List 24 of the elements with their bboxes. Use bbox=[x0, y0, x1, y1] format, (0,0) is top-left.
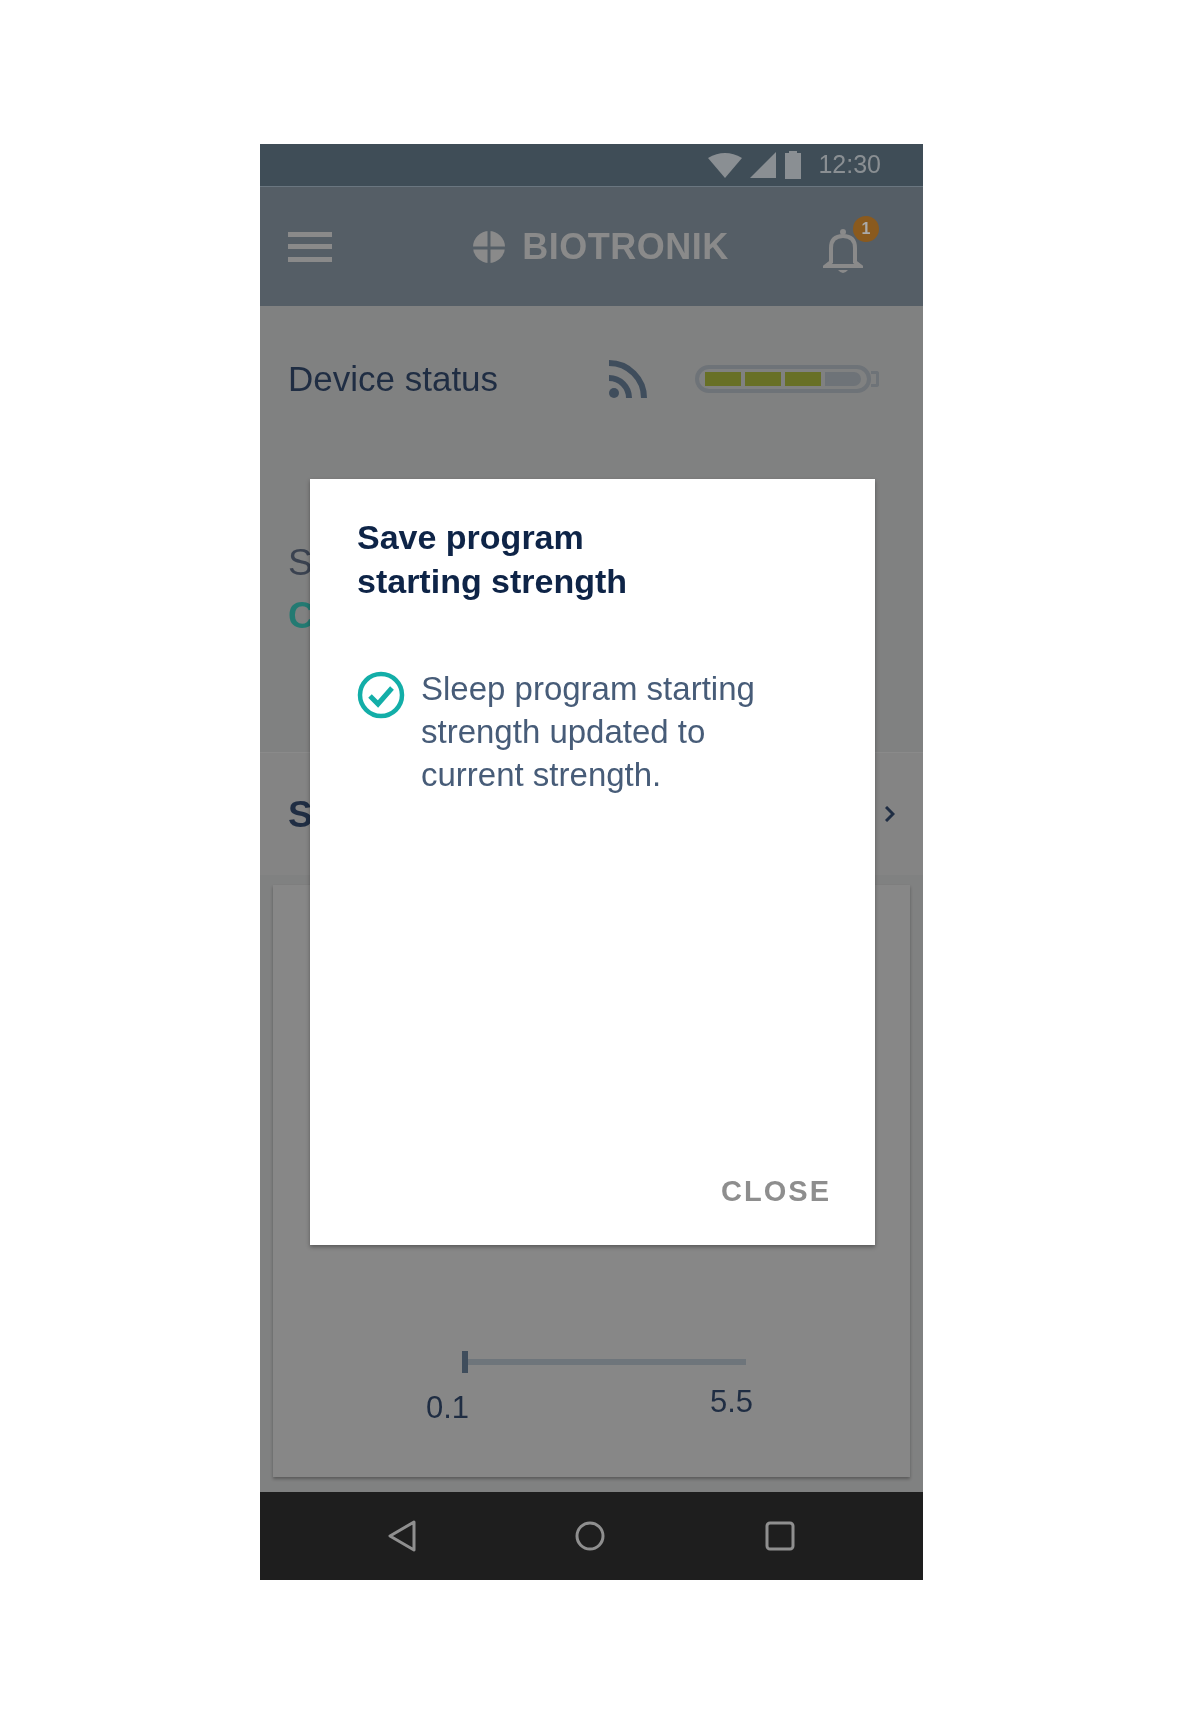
back-icon[interactable] bbox=[387, 1520, 416, 1552]
slider-thumb[interactable] bbox=[462, 1351, 468, 1373]
dialog-title: Save program starting strength bbox=[357, 517, 629, 602]
chevron-right-icon bbox=[885, 806, 895, 822]
slider-min-value: 0.1 bbox=[426, 1389, 470, 1427]
clock-time: 12:30 bbox=[818, 149, 881, 181]
home-icon[interactable] bbox=[575, 1521, 606, 1551]
slider-max-value: 5.5 bbox=[710, 1383, 754, 1421]
bell-icon bbox=[823, 227, 863, 276]
notification-button[interactable]: 1 bbox=[821, 215, 879, 278]
section-heading: S bbox=[288, 795, 313, 833]
notification-badge: 1 bbox=[853, 215, 879, 242]
rss-icon bbox=[609, 360, 647, 398]
close-button[interactable]: CLOSE bbox=[721, 1165, 831, 1217]
recents-icon[interactable] bbox=[765, 1521, 796, 1551]
dialog-message: Sleep program starting strength updated to current strength. bbox=[421, 669, 756, 795]
battery-icon bbox=[784, 151, 803, 179]
logo-icon bbox=[472, 229, 507, 264]
check-circle-icon bbox=[357, 671, 405, 719]
setting-label: S bbox=[288, 544, 313, 581]
menu-icon bbox=[288, 231, 332, 262]
wifi-icon bbox=[708, 152, 743, 178]
signal-icon bbox=[750, 152, 777, 178]
device-status-label: Device status bbox=[288, 357, 499, 400]
